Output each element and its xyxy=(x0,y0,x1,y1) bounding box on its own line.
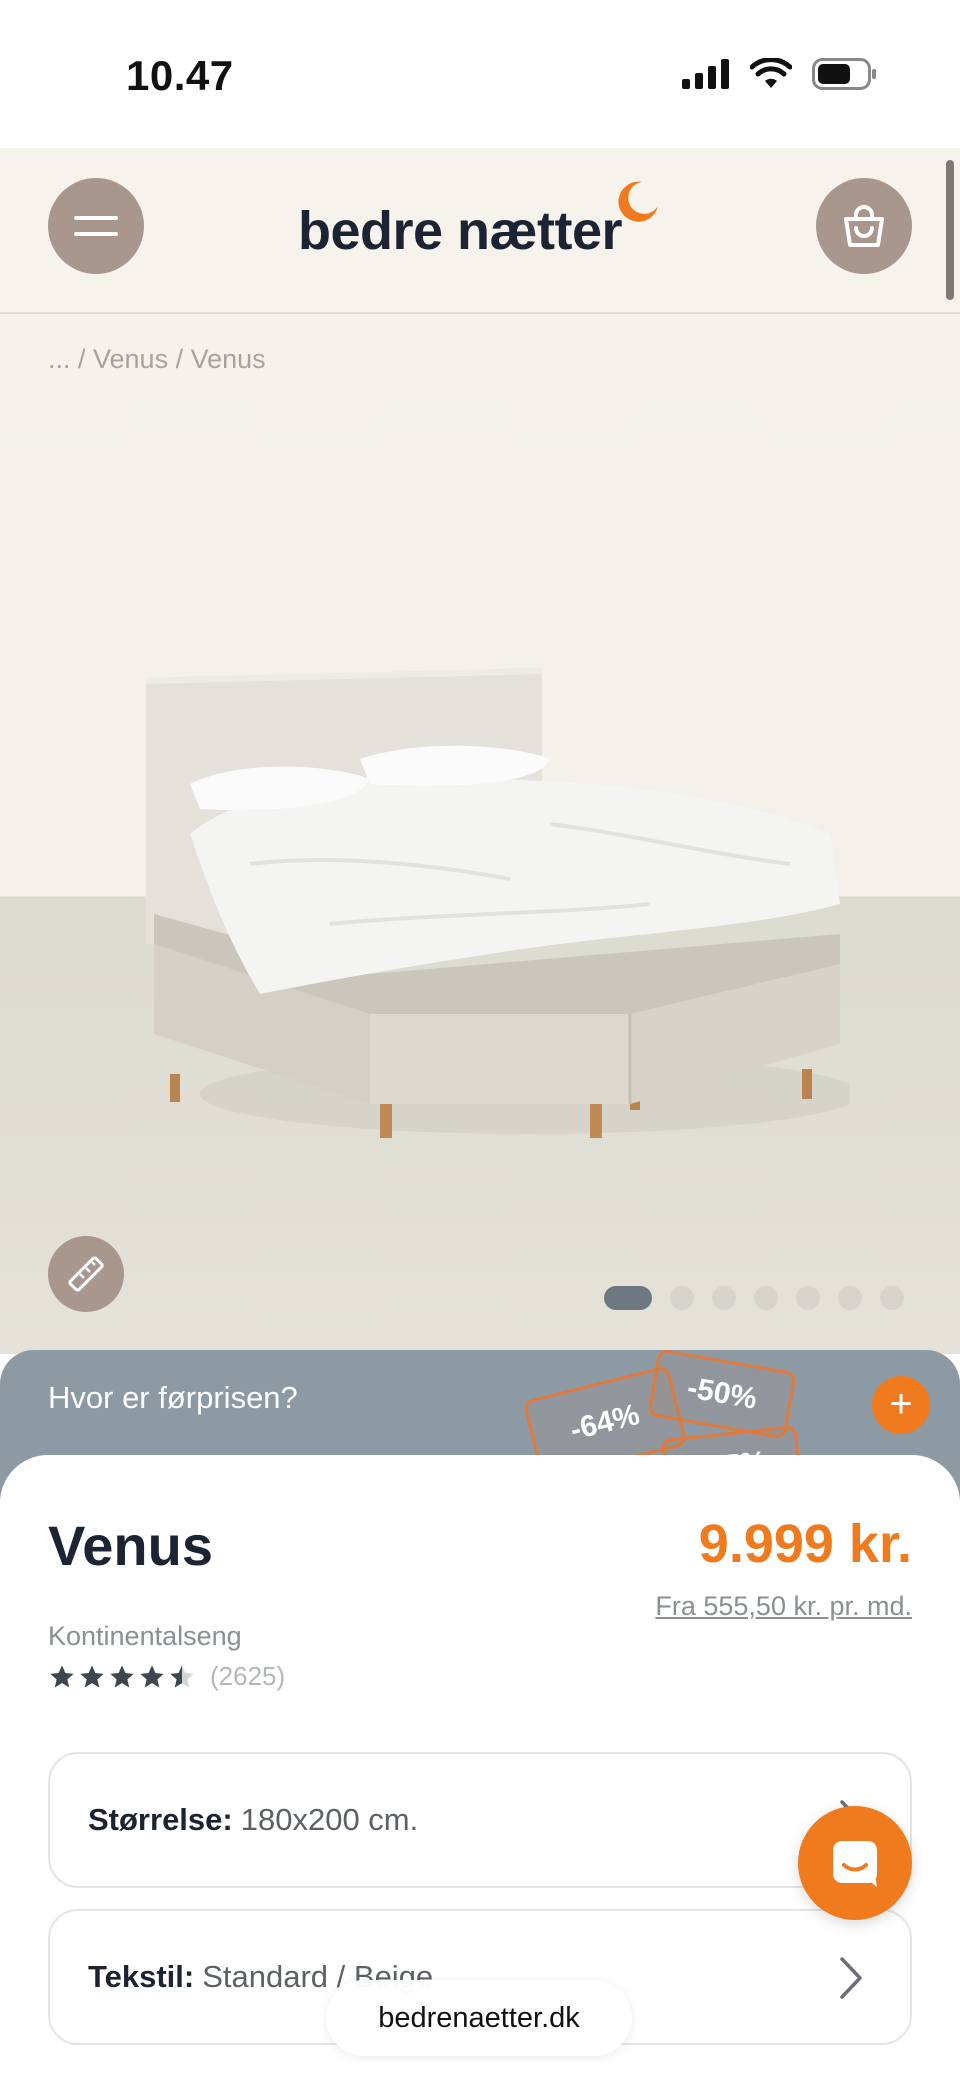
site-logo[interactable]: bedre nætter xyxy=(298,200,623,262)
review-count: (2625) xyxy=(210,1661,286,1691)
chevron-right-icon xyxy=(840,1957,862,1999)
product-type: Kontinentalseng xyxy=(48,1621,242,1651)
textile-label: Tekstil: xyxy=(88,1959,195,1994)
status-bar: 10.47 xyxy=(0,0,960,148)
scrollbar[interactable] xyxy=(946,160,954,300)
gallery-dot[interactable] xyxy=(670,1286,694,1310)
gallery-pagination xyxy=(604,1286,904,1310)
product-image xyxy=(146,668,850,1138)
shopping-bag-icon xyxy=(844,205,884,247)
gallery-dot[interactable] xyxy=(796,1286,820,1310)
wifi-icon xyxy=(750,58,792,88)
expand-plus-button[interactable]: + xyxy=(872,1376,930,1434)
prior-price-label: Hvor er førprisen? xyxy=(48,1380,298,1415)
chat-button[interactable] xyxy=(798,1806,912,1920)
size-value: 180x200 cm. xyxy=(240,1802,419,1837)
size-guide-button[interactable] xyxy=(48,1236,124,1312)
star-icon xyxy=(50,1664,74,1687)
ruler-icon xyxy=(68,1256,104,1292)
gallery-dot[interactable] xyxy=(838,1286,862,1310)
product-gallery[interactable]: ... / Venus / Venus xyxy=(0,314,960,1354)
signal-icon xyxy=(682,59,729,89)
star-icon xyxy=(110,1664,134,1687)
site-header: bedre nætter xyxy=(0,148,960,314)
gallery-dot[interactable] xyxy=(712,1286,736,1310)
status-time: 10.47 xyxy=(126,52,234,99)
star-icon xyxy=(80,1664,104,1687)
product-price: 9.999 kr. xyxy=(698,1514,912,1574)
product-name: Venus xyxy=(48,1514,213,1577)
star-icon xyxy=(140,1664,164,1687)
chat-icon xyxy=(833,1841,877,1887)
battery-icon xyxy=(812,58,876,90)
menu-button[interactable] xyxy=(48,178,144,274)
monthly-price-link[interactable]: Fra 555,50 kr. pr. md. xyxy=(655,1591,912,1622)
gallery-dot-active[interactable] xyxy=(604,1286,652,1310)
rating[interactable]: (2625) xyxy=(48,1661,285,1692)
hamburger-icon xyxy=(74,216,118,236)
breadcrumb[interactable]: ... / Venus / Venus xyxy=(48,344,266,375)
gallery-dot[interactable] xyxy=(754,1286,778,1310)
size-label: Størrelse: xyxy=(88,1802,233,1837)
status-icons xyxy=(682,58,878,90)
option-label-size: Størrelse: 180x200 cm. xyxy=(88,1802,418,1838)
moon-icon xyxy=(618,181,658,222)
half-star-icon xyxy=(170,1664,194,1687)
cart-button[interactable] xyxy=(816,178,912,274)
gallery-dot[interactable] xyxy=(880,1286,904,1310)
browser-url-bar[interactable]: bedrenaetter.dk xyxy=(326,1980,632,2056)
size-selector[interactable]: Størrelse: 180x200 cm. xyxy=(48,1752,912,1888)
